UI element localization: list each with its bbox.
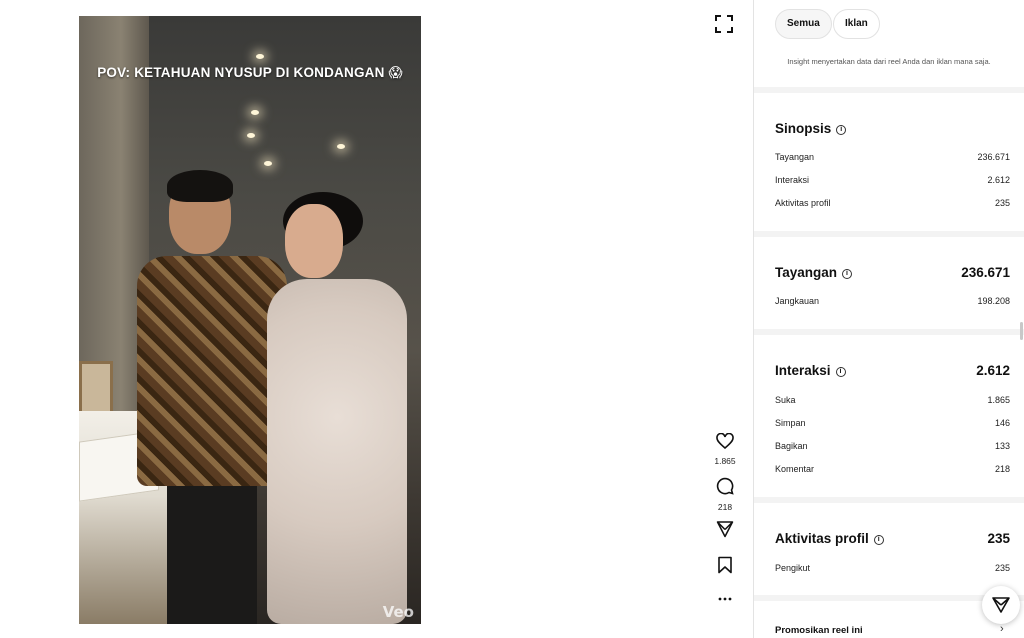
- scrollbar-thumb[interactable]: [1020, 322, 1023, 340]
- row-value: 133: [994, 441, 1010, 451]
- interaksi-title-text: Interaksi: [775, 363, 831, 378]
- row-value: 218: [994, 464, 1010, 474]
- info-icon[interactable]: i: [836, 125, 847, 135]
- row-label: Komentar: [775, 464, 815, 474]
- row-label: Pengikut: [775, 563, 811, 573]
- comment-action[interactable]: 218: [709, 477, 741, 512]
- sinopsis-title-text: Sinopsis: [775, 121, 832, 136]
- sinopsis-title: Sinopsis i: [775, 121, 847, 136]
- row-value: 1.865: [987, 395, 1010, 405]
- aktivitas-row: Pengikut 235: [775, 563, 1010, 577]
- interaksi-row: Simpan 146: [775, 418, 1010, 432]
- tayangan-card: Tayangan i 236.671 Jangkauan 198.208: [754, 237, 1024, 329]
- row-label: Jangkauan: [775, 296, 820, 306]
- reel-viewer: POV: KETAHUAN NYUSUP DI KONDANGAN 😱 Veo …: [0, 0, 753, 638]
- tayangan-title: Tayangan i: [775, 265, 853, 280]
- row-value: 235: [994, 563, 1010, 573]
- video-caption: POV: KETAHUAN NYUSUP DI KONDANGAN 😱: [97, 65, 403, 80]
- row-value: 198.208: [977, 296, 1010, 306]
- ceiling-light: [247, 133, 255, 138]
- like-action[interactable]: 1.865: [709, 432, 741, 466]
- tayangan-title-text: Tayangan: [775, 265, 838, 280]
- aktivitas-title: Aktivitas profil i: [775, 531, 884, 546]
- promote-reel-link[interactable]: Promosikan reel ini: [775, 625, 863, 636]
- filter-ads-button[interactable]: Iklan: [833, 9, 880, 39]
- comment-count: 218: [717, 502, 733, 512]
- send-icon: [992, 597, 1010, 613]
- info-icon[interactable]: i: [873, 535, 884, 545]
- row-label: Aktivitas profil: [775, 198, 831, 208]
- aktivitas-title-text: Aktivitas profil: [775, 531, 869, 546]
- veo-watermark: Veo: [382, 603, 414, 621]
- interaksi-row: Komentar 218: [775, 464, 1010, 478]
- more-options[interactable]: [709, 590, 741, 613]
- filter-card: Semua Iklan Insight menyertakan data dar…: [754, 0, 1024, 87]
- tayangan-row: Jangkauan 198.208: [775, 296, 1010, 310]
- chevron-right-icon: ›: [1000, 623, 1004, 635]
- interaksi-total: 2.612: [976, 363, 1010, 378]
- row-value: 235: [994, 198, 1010, 208]
- comment-icon: [716, 477, 734, 495]
- row-label: Interaksi: [775, 175, 810, 185]
- aktivitas-card: Aktivitas profil i 235 Pengikut 235: [754, 503, 1024, 595]
- sinopsis-card: Sinopsis i Tayangan 236.671 Interaksi 2.6…: [754, 93, 1024, 231]
- sinopsis-row: Interaksi 2.612: [775, 175, 1010, 189]
- ceiling-light: [337, 144, 345, 149]
- bookmark-icon: [718, 556, 732, 574]
- aktivitas-total: 235: [987, 531, 1010, 546]
- tayangan-total: 236.671: [961, 265, 1010, 280]
- heart-icon: [716, 432, 734, 450]
- sinopsis-row: Aktivitas profil 235: [775, 198, 1010, 212]
- interaksi-row: Bagikan 133: [775, 441, 1010, 455]
- row-label: Suka: [775, 395, 796, 405]
- sinopsis-row: Tayangan 236.671: [775, 152, 1010, 166]
- send-message-button[interactable]: [982, 586, 1020, 624]
- woman-figure: [267, 184, 417, 624]
- like-count: 1.865: [714, 456, 736, 466]
- info-icon[interactable]: i: [842, 269, 853, 279]
- more-icon: [718, 597, 732, 601]
- send-icon: [716, 521, 734, 538]
- ceiling-light: [256, 54, 264, 59]
- row-value: 2.612: [987, 175, 1010, 185]
- row-label: Bagikan: [775, 441, 808, 451]
- filter-all-button[interactable]: Semua: [775, 9, 832, 39]
- row-label: Simpan: [775, 418, 806, 428]
- interaksi-title: Interaksi i: [775, 363, 846, 378]
- insight-note: Insight menyertakan data dari reel Anda …: [787, 57, 991, 66]
- row-label: Tayangan: [775, 152, 815, 162]
- reel-video[interactable]: POV: KETAHUAN NYUSUP DI KONDANGAN 😱 Veo: [79, 16, 421, 624]
- row-value: 146: [994, 418, 1010, 428]
- info-icon[interactable]: i: [835, 367, 846, 377]
- row-value: 236.671: [977, 152, 1010, 162]
- interaksi-card: Interaksi i 2.612 Suka 1.865 Simpan 146 B…: [754, 335, 1024, 497]
- insights-panel: Semua Iklan Insight menyertakan data dar…: [754, 0, 1024, 638]
- share-action[interactable]: [709, 520, 741, 543]
- ceiling-light: [251, 110, 259, 115]
- save-action[interactable]: [709, 556, 741, 579]
- fullscreen-icon[interactable]: [715, 15, 733, 33]
- interaksi-row: Suka 1.865: [775, 395, 1010, 409]
